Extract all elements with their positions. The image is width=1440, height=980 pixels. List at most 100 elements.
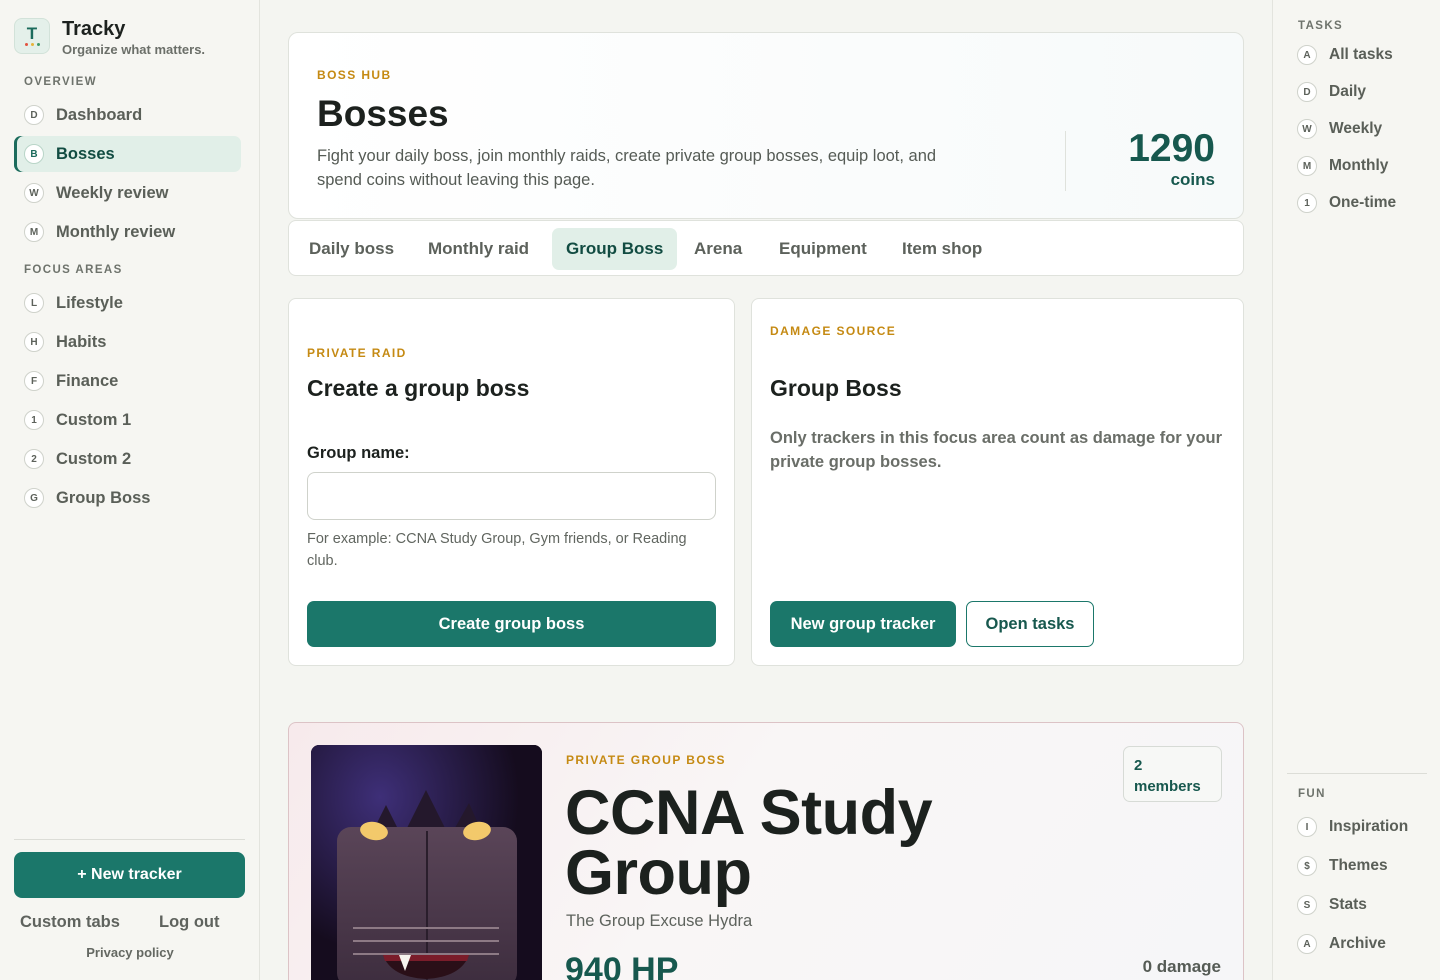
- open-tasks-button[interactable]: Open tasks: [966, 601, 1094, 647]
- sidebar-item-label: Archive: [1329, 935, 1386, 952]
- create-group-boss-button[interactable]: Create group boss: [307, 601, 716, 647]
- sidebar-item-lifestyle[interactable]: L Lifestyle: [14, 285, 241, 321]
- sidebar-item-daily[interactable]: D Daily: [1297, 81, 1366, 103]
- tab-group-boss[interactable]: Group Boss: [552, 228, 678, 270]
- boss-hub-header: BOSS HUB Bosses Fight your daily boss, j…: [288, 32, 1244, 219]
- card-title: Create a group boss: [307, 375, 530, 401]
- hero-eyebrow: BOSS HUB: [317, 68, 392, 82]
- new-group-tracker-button[interactable]: New group tracker: [770, 601, 956, 647]
- sidebar-item-label: Custom 2: [56, 449, 132, 468]
- logo-dots: [25, 43, 40, 46]
- damage-source-description: Only trackers in this focus area count a…: [770, 429, 1223, 471]
- sidebar-item-monthly[interactable]: M Monthly: [1297, 155, 1388, 177]
- sidebar-item-group-boss[interactable]: G Group Boss: [14, 480, 241, 516]
- page-title: Bosses: [317, 93, 449, 134]
- card-eyebrow: DAMAGE SOURCE: [770, 324, 897, 338]
- card-title: Group Boss: [770, 375, 902, 401]
- sidebar-item-weekly[interactable]: W Weekly: [1297, 118, 1382, 140]
- sidebar-item-label: Themes: [1329, 857, 1388, 874]
- boss-illustration: [311, 745, 542, 980]
- sidebar-item-dashboard[interactable]: D Dashboard: [14, 97, 241, 133]
- damage-count: 0 damage: [1142, 957, 1221, 976]
- sidebar-item-monthly-review[interactable]: M Monthly review: [14, 214, 241, 250]
- tab-equipment[interactable]: Equipment: [765, 228, 881, 270]
- coins-balance: 1290: [1128, 127, 1215, 170]
- sidebar-item-one-time[interactable]: 1 One-time: [1297, 192, 1396, 214]
- shortcut-key-badge: $: [1297, 856, 1317, 876]
- sidebar-item-label: Lifestyle: [56, 293, 123, 312]
- logo-letter: T: [26, 24, 38, 43]
- shortcut-key-badge: D: [1297, 82, 1317, 102]
- sidebar-item-label: One-time: [1329, 194, 1397, 211]
- boss-name: CCNA Study Group: [565, 778, 933, 908]
- card-eyebrow: PRIVATE RAID: [307, 346, 407, 360]
- shortcut-key-badge: I: [1297, 817, 1317, 837]
- shortcut-key-badge: G: [24, 488, 44, 508]
- tab-monthly-raid[interactable]: Monthly raid: [414, 228, 543, 270]
- shortcut-key-badge: W: [1297, 119, 1317, 139]
- left-sidebar: T Tracky Organize what matters. OVERVIEW…: [0, 0, 260, 980]
- boss-tabs: Daily boss Monthly raid Group Boss Arena…: [288, 220, 1244, 276]
- app-logo: T: [14, 18, 50, 54]
- custom-tabs-link[interactable]: Custom tabs: [20, 913, 120, 932]
- group-name-input[interactable]: [307, 472, 716, 520]
- sidebar-item-stats[interactable]: S Stats: [1297, 894, 1367, 916]
- members-badge: 2 members: [1123, 746, 1222, 802]
- logout-link[interactable]: Log out: [159, 913, 219, 932]
- tasks-section-title: TASKS: [1298, 20, 1344, 32]
- right-sidebar: TASKS A All tasks D Daily W Weekly M Mon…: [1272, 0, 1440, 980]
- new-tracker-button[interactable]: + New tracker: [14, 852, 245, 898]
- sidebar-item-label: Habits: [56, 332, 107, 351]
- shortcut-key-badge: F: [24, 371, 44, 391]
- coins-label: coins: [1170, 170, 1215, 189]
- shortcut-key-badge: H: [24, 332, 44, 352]
- sidebar-item-finance[interactable]: F Finance: [14, 363, 241, 399]
- shortcut-key-badge: B: [24, 144, 44, 164]
- overview-section-title: OVERVIEW: [24, 76, 97, 88]
- sidebar-item-label: Monthly review: [56, 222, 176, 241]
- focus-areas-section-title: FOCUS AREAS: [24, 264, 123, 276]
- sidebar-item-all-tasks[interactable]: A All tasks: [1297, 44, 1393, 66]
- sidebar-item-label: Dashboard: [56, 105, 143, 124]
- sidebar-divider: [1287, 773, 1427, 774]
- create-group-boss-card: PRIVATE RAID Create a group boss Group n…: [288, 298, 735, 666]
- tab-arena[interactable]: Arena: [680, 228, 756, 270]
- fun-section-title: FUN: [1298, 788, 1326, 800]
- sidebar-item-weekly-review[interactable]: W Weekly review: [14, 175, 241, 211]
- boss-eyebrow: PRIVATE GROUP BOSS: [566, 753, 726, 767]
- privacy-policy-link[interactable]: Privacy policy: [0, 945, 260, 960]
- shortcut-key-badge: A: [1297, 934, 1317, 954]
- boss-subtitle: The Group Excuse Hydra: [566, 912, 753, 930]
- sidebar-item-label: Weekly: [1329, 120, 1383, 137]
- group-name-hint: For example: CCNA Study Group, Gym frien…: [307, 531, 687, 569]
- group-boss-card: PRIVATE GROUP BOSS CCNA Study Group The …: [288, 722, 1244, 980]
- shortcut-key-badge: M: [1297, 156, 1317, 176]
- sidebar-item-bosses[interactable]: B Bosses: [14, 136, 241, 172]
- damage-source-card: DAMAGE SOURCE Group Boss Only trackers i…: [751, 298, 1244, 666]
- sidebar-item-habits[interactable]: H Habits: [14, 324, 241, 360]
- shortcut-key-badge: A: [1297, 45, 1317, 65]
- sidebar-item-archive[interactable]: A Archive: [1297, 933, 1386, 955]
- sidebar-item-label: Inspiration: [1329, 818, 1409, 835]
- tab-daily-boss[interactable]: Daily boss: [295, 228, 408, 270]
- sidebar-item-label: Daily: [1329, 83, 1367, 100]
- sidebar-item-custom-2[interactable]: 2 Custom 2: [14, 441, 241, 477]
- sidebar-item-label: Stats: [1329, 896, 1367, 913]
- sidebar-item-label: Bosses: [56, 144, 115, 163]
- boss-hp: 940 HP: [565, 951, 679, 980]
- hero-divider: [1065, 131, 1066, 191]
- shortcut-key-badge: M: [24, 222, 44, 242]
- sidebar-item-label: Custom 1: [56, 410, 132, 429]
- app-name: Tracky: [62, 18, 126, 40]
- shortcut-key-badge: 2: [24, 449, 44, 469]
- sidebar-item-themes[interactable]: $ Themes: [1297, 855, 1388, 877]
- shortcut-key-badge: W: [24, 183, 44, 203]
- sidebar-item-label: Monthly: [1329, 157, 1389, 174]
- sidebar-item-inspiration[interactable]: I Inspiration: [1297, 816, 1408, 838]
- tab-item-shop[interactable]: Item shop: [888, 228, 996, 270]
- shortcut-key-badge: 1: [24, 410, 44, 430]
- sidebar-item-label: Group Boss: [56, 488, 151, 507]
- shortcut-key-badge: S: [1297, 895, 1317, 915]
- sidebar-item-custom-1[interactable]: 1 Custom 1: [14, 402, 241, 438]
- brand[interactable]: T Tracky Organize what matters.: [14, 18, 205, 57]
